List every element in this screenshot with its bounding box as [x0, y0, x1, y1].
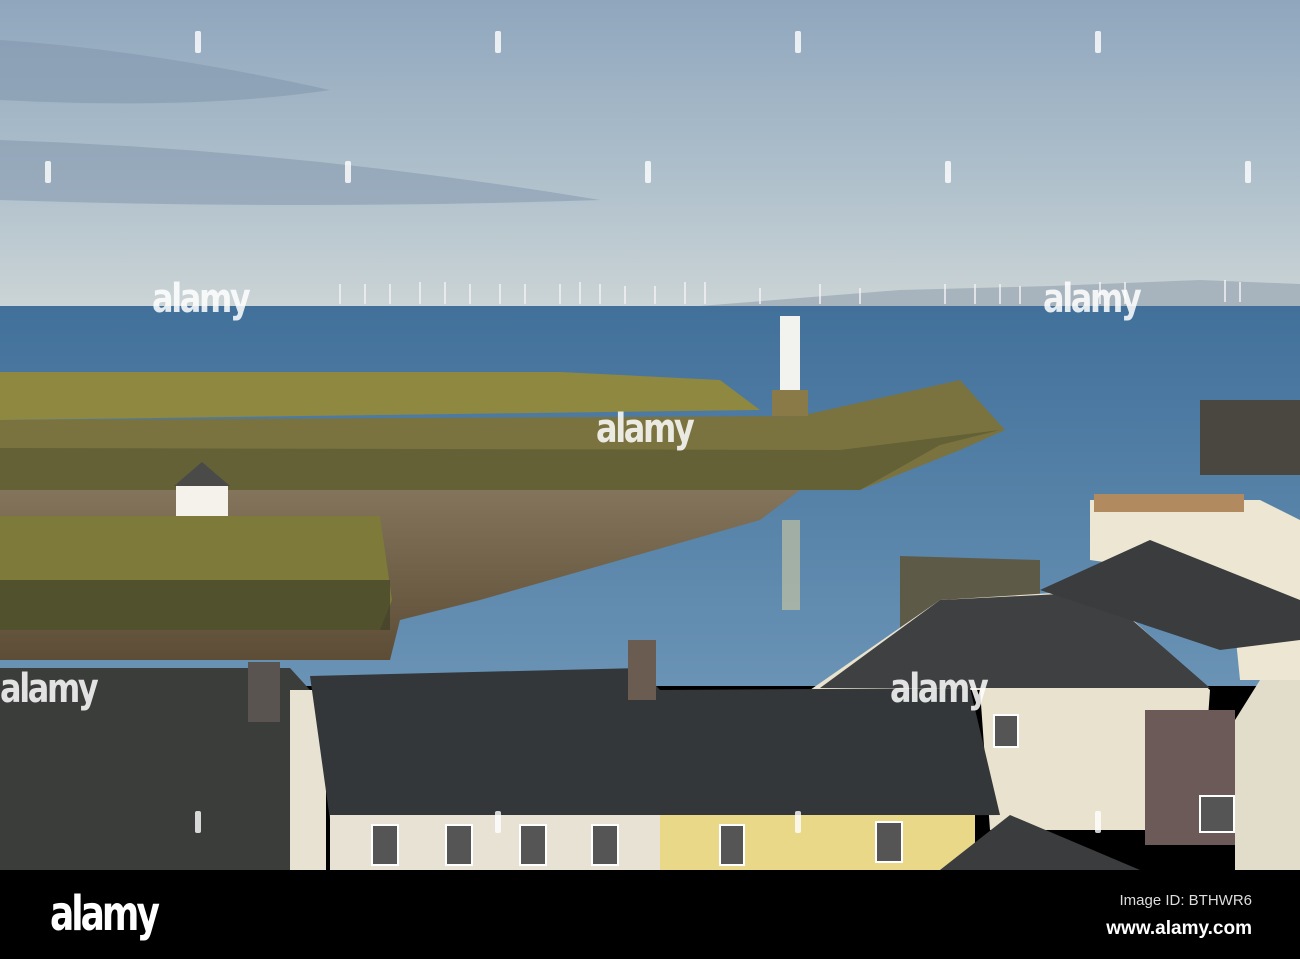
- lighthouse-base: [772, 390, 808, 416]
- harbour-hut: [176, 484, 228, 516]
- watermark-mark: [195, 811, 201, 833]
- watermark: alamy: [596, 406, 695, 452]
- image-id: Image ID: BTHWR6: [1119, 892, 1252, 909]
- watermark-mark: [345, 161, 351, 183]
- watermark-mark: [1245, 161, 1251, 183]
- website-link[interactable]: www.alamy.com: [1106, 918, 1252, 940]
- inner-pier-base: [0, 580, 390, 630]
- watermark-mark: [795, 31, 801, 53]
- watermark-mark: [495, 31, 501, 53]
- watermark-mark: [795, 811, 801, 833]
- footer-bar: alamy Image ID: BTHWR6 www.alamy.com: [0, 870, 1300, 959]
- watermark: alamy: [0, 666, 99, 712]
- watermark: alamy: [1043, 276, 1142, 322]
- watermark: alamy: [152, 276, 251, 322]
- watermark-mark: [195, 31, 201, 53]
- watermark: alamy: [890, 666, 989, 712]
- stock-photo: alamy alamy alamy alamy alamy alamy Imag…: [0, 0, 1300, 959]
- chimneys-row: [1094, 494, 1244, 512]
- wooden-jetty: [1200, 400, 1300, 475]
- alamy-logo: alamy: [50, 886, 160, 942]
- light-reflection: [782, 520, 800, 610]
- watermark-mark: [1095, 811, 1101, 833]
- chimney: [248, 662, 280, 722]
- chimney: [628, 640, 656, 700]
- watermark-mark: [945, 161, 951, 183]
- lighthouse: [780, 316, 800, 391]
- watermark-mark: [45, 161, 51, 183]
- right-house: [1235, 680, 1300, 870]
- watermark-mark: [1095, 31, 1101, 53]
- watermark-mark: [495, 811, 501, 833]
- watermark-mark: [645, 161, 651, 183]
- terrace-wall-yellow: [660, 815, 975, 870]
